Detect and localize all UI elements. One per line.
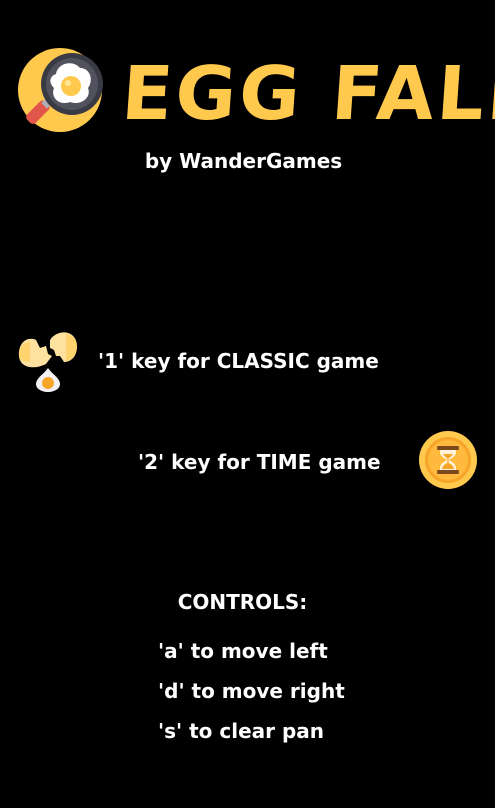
control-move-left: 'a' to move left bbox=[158, 639, 328, 663]
frying-pan-egg-icon bbox=[16, 46, 106, 136]
classic-mode-instruction: '1' key for CLASSIC game bbox=[98, 349, 379, 373]
control-move-right: 'd' to move right bbox=[158, 679, 345, 703]
controls-heading: CONTROLS: bbox=[177, 590, 308, 614]
hourglass-icon bbox=[418, 430, 478, 490]
game-subtitle: by WanderGames bbox=[144, 149, 343, 173]
control-clear-pan: 's' to clear pan bbox=[158, 719, 325, 743]
game-title: EGG FALL bbox=[118, 51, 495, 137]
time-mode-instruction: '2' key for TIME game bbox=[138, 450, 381, 474]
cracked-egg-icon bbox=[16, 326, 80, 392]
